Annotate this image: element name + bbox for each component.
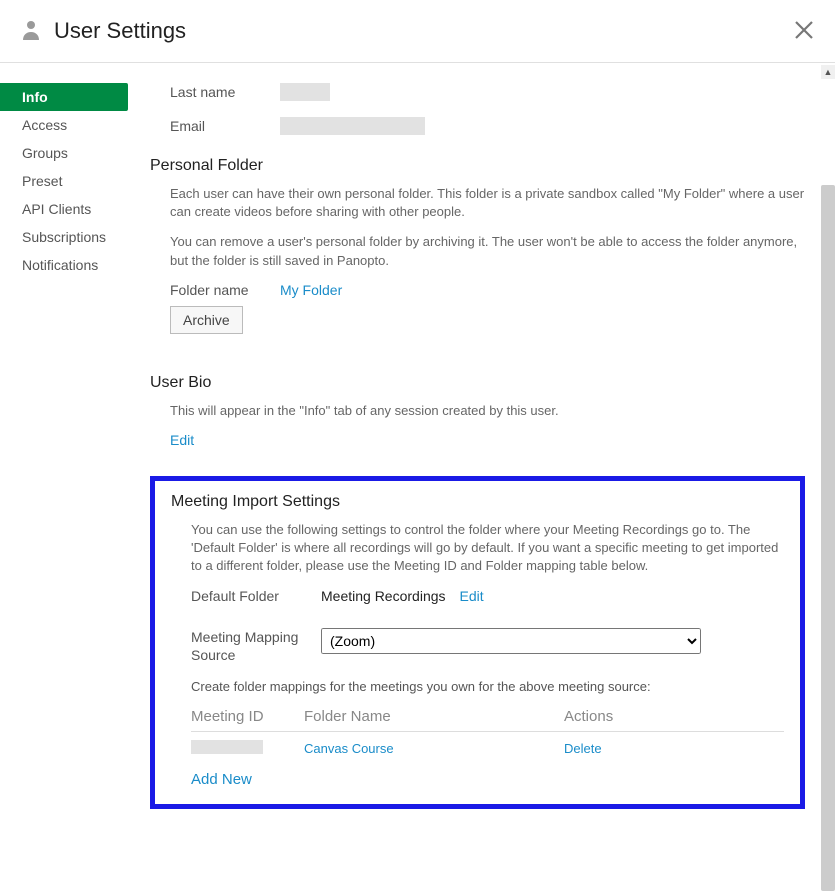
personal-folder-heading: Personal Folder [150,157,805,175]
mapping-delete-link[interactable]: Delete [564,741,784,756]
personal-folder-desc-1: Each user can have their own personal fo… [170,185,805,221]
sidebar-item-info[interactable]: Info [0,83,128,111]
sidebar-item-access[interactable]: Access [0,111,130,139]
col-actions: Actions [564,708,784,725]
mapping-help-text: Create folder mappings for the meetings … [191,678,784,696]
default-folder-label: Default Folder [191,588,321,604]
sidebar: Info Access Groups Preset API Clients Su… [0,63,130,889]
lastname-label: Last name [150,84,280,100]
mapping-table-header: Meeting ID Folder Name Actions [191,708,784,732]
sidebar-item-notifications[interactable]: Notifications [0,251,130,279]
col-meeting-id: Meeting ID [191,708,304,725]
meeting-import-settings-box: Meeting Import Settings You can use the … [150,476,805,809]
personal-folder-desc-2: You can remove a user's personal folder … [170,233,805,269]
email-label: Email [150,118,280,134]
content-area: Last name Email Personal Folder Each use… [130,63,835,889]
folder-name-label: Folder name [170,282,280,298]
user-bio-desc: This will appear in the "Info" tab of an… [170,402,805,420]
sidebar-item-groups[interactable]: Groups [0,139,130,167]
mapping-source-label: Meeting Mapping Source [191,628,321,664]
mapping-folder-link[interactable]: Canvas Course [304,741,564,756]
mapping-source-select[interactable]: (Zoom) [321,628,701,654]
email-value [280,117,425,135]
add-new-link[interactable]: Add New [191,771,252,788]
default-folder-value: Meeting Recordings [321,588,446,604]
archive-button[interactable]: Archive [170,306,243,334]
user-bio-edit-link[interactable]: Edit [170,432,194,448]
meeting-id-value [191,740,263,754]
meeting-import-heading: Meeting Import Settings [171,493,784,511]
default-folder-edit-link[interactable]: Edit [460,588,484,604]
col-folder-name: Folder Name [304,708,564,725]
user-icon [22,20,40,43]
lastname-value [280,83,330,101]
page-title: User Settings [54,18,793,44]
folder-name-link[interactable]: My Folder [280,282,342,298]
close-icon[interactable] [793,19,815,44]
sidebar-item-subscriptions[interactable]: Subscriptions [0,223,130,251]
user-bio-heading: User Bio [150,374,805,392]
sidebar-item-api-clients[interactable]: API Clients [0,195,130,223]
sidebar-item-preset[interactable]: Preset [0,167,130,195]
meeting-import-desc: You can use the following settings to co… [191,521,784,576]
mapping-table-row: Canvas Course Delete [191,732,784,757]
